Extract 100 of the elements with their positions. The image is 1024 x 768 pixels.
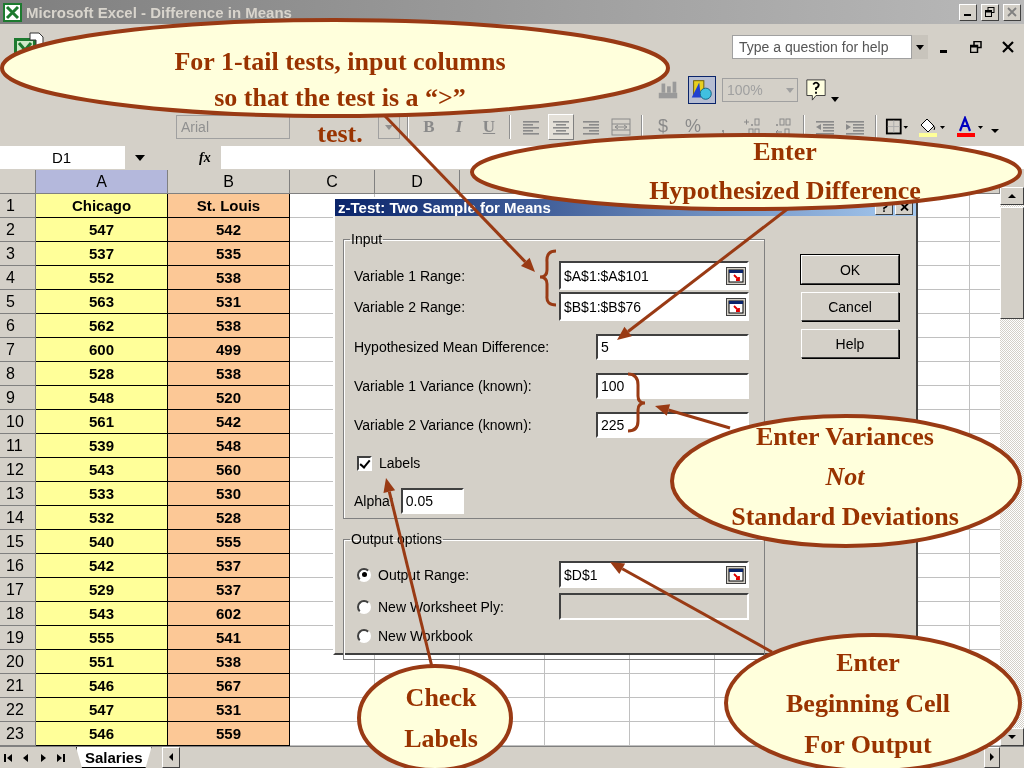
table-cell: 532 (36, 506, 168, 530)
input-field[interactable]: 5 (596, 334, 749, 360)
group-label: Input (350, 231, 384, 247)
table-cell: 535 (168, 242, 290, 266)
table-cell: 543 (36, 602, 168, 626)
window-title: Microsoft Excel - Difference in Means (26, 3, 292, 21)
callout-text: Enter (836, 649, 900, 676)
row-header[interactable]: 7 (0, 338, 36, 362)
row-header[interactable]: 9 (0, 386, 36, 410)
dialog-button[interactable]: OK (801, 255, 899, 284)
table-cell: 560 (168, 458, 290, 482)
row-header[interactable]: 2 (0, 218, 36, 242)
table-cell: 600 (36, 338, 168, 362)
table-cell: 542 (168, 410, 290, 434)
callout-text: For 1-tail tests, input columns (174, 49, 506, 75)
table-cell: 567 (168, 674, 290, 698)
table-cell: 531 (168, 290, 290, 314)
row-header[interactable]: 10 (0, 410, 36, 434)
dialog-button[interactable]: Help (801, 329, 899, 358)
callout-text: Check (405, 684, 477, 711)
column-header[interactable]: B (168, 170, 290, 194)
table-cell: 528 (168, 506, 290, 530)
column-header[interactable]: A (36, 170, 168, 194)
row-header[interactable]: 15 (0, 530, 36, 554)
callout-text: Enter (753, 138, 817, 165)
table-cell: 539 (36, 434, 168, 458)
help-field[interactable]: Type a question for help (732, 35, 912, 59)
table-cell: 563 (36, 290, 168, 314)
row-header[interactable]: 19 (0, 626, 36, 650)
dialog-button[interactable]: Cancel (801, 292, 899, 321)
row-header[interactable]: 16 (0, 554, 36, 578)
table-cell: 548 (168, 434, 290, 458)
row-header[interactable]: 17 (0, 578, 36, 602)
insert-function-button[interactable]: fx (155, 149, 221, 166)
table-cell: 548 (36, 386, 168, 410)
table-cell: 530 (168, 482, 290, 506)
table-cell: 552 (36, 266, 168, 290)
row-header[interactable]: 18 (0, 602, 36, 626)
table-cell: 537 (168, 554, 290, 578)
table-cell: 531 (168, 698, 290, 722)
table-cell: 499 (168, 338, 290, 362)
callout-text: Labels (404, 725, 478, 752)
column-header[interactable]: C (290, 170, 375, 194)
table-cell: 540 (36, 530, 168, 554)
input-field[interactable]: $A$1:$A$101 (559, 261, 749, 290)
field-label: Variable 2 Range: (354, 298, 466, 315)
field-label: Variable 2 Variance (known): (354, 417, 532, 433)
callout-text: so that the test is a “>” (214, 85, 466, 111)
input-field[interactable]: 0.05 (400, 488, 464, 514)
table-cell: 542 (168, 218, 290, 242)
row-header[interactable]: 8 (0, 362, 36, 386)
table-cell: 541 (168, 626, 290, 650)
column-header[interactable]: D (375, 170, 460, 194)
input-field[interactable]: $B$1:$B$76 (559, 292, 749, 321)
row-header[interactable]: 4 (0, 266, 36, 290)
input-field[interactable]: $D$1 (559, 561, 749, 588)
table-cell: 547 (36, 218, 168, 242)
table-cell: 537 (36, 242, 168, 266)
name-box[interactable]: D1 (0, 146, 125, 169)
row-header[interactable]: 3 (0, 242, 36, 266)
row-header[interactable]: 21 (0, 674, 36, 698)
table-cell: St. Louis (168, 194, 290, 218)
table-cell: 520 (168, 386, 290, 410)
field-label: Hypothesized Mean Difference: (354, 339, 550, 355)
table-cell: Chicago (36, 194, 168, 218)
callout-text: Standard Deviations (731, 504, 959, 530)
table-cell: 546 (36, 674, 168, 698)
row-header[interactable]: 14 (0, 506, 36, 530)
table-cell: 555 (168, 530, 290, 554)
row-header[interactable]: 13 (0, 482, 36, 506)
table-cell: 555 (36, 626, 168, 650)
callout-text: Not (825, 464, 865, 490)
row-header[interactable]: 5 (0, 290, 36, 314)
table-cell: 533 (36, 482, 168, 506)
table-cell: 538 (168, 266, 290, 290)
row-header[interactable]: 12 (0, 458, 36, 482)
row-header[interactable]: 1 (0, 194, 36, 218)
callout-text: test. (317, 121, 363, 147)
table-cell: 538 (168, 314, 290, 338)
row-header[interactable]: 6 (0, 314, 36, 338)
dialog-title: z-Test: Two Sample for Means (338, 199, 551, 216)
callout-text: Hypothesized Difference (649, 177, 921, 204)
table-cell: 562 (36, 314, 168, 338)
field-label: Variable 1 Range: (354, 267, 466, 284)
table-cell: 543 (36, 458, 168, 482)
table-cell: 547 (36, 698, 168, 722)
row-header[interactable]: 22 (0, 698, 36, 722)
table-cell: 538 (168, 362, 290, 386)
row-header[interactable]: 20 (0, 650, 36, 674)
sheet-tab[interactable]: Salaries (76, 747, 152, 768)
table-cell: 561 (36, 410, 168, 434)
input-field[interactable]: 100 (596, 373, 749, 399)
row-header[interactable]: 23 (0, 722, 36, 746)
table-cell: 542 (36, 554, 168, 578)
callout-text: For Output (804, 731, 932, 758)
table-cell: 537 (168, 578, 290, 602)
row-header[interactable]: 11 (0, 434, 36, 458)
table-cell: 551 (36, 650, 168, 674)
table-cell: 529 (36, 578, 168, 602)
checkbox-label: Labels (379, 455, 421, 471)
